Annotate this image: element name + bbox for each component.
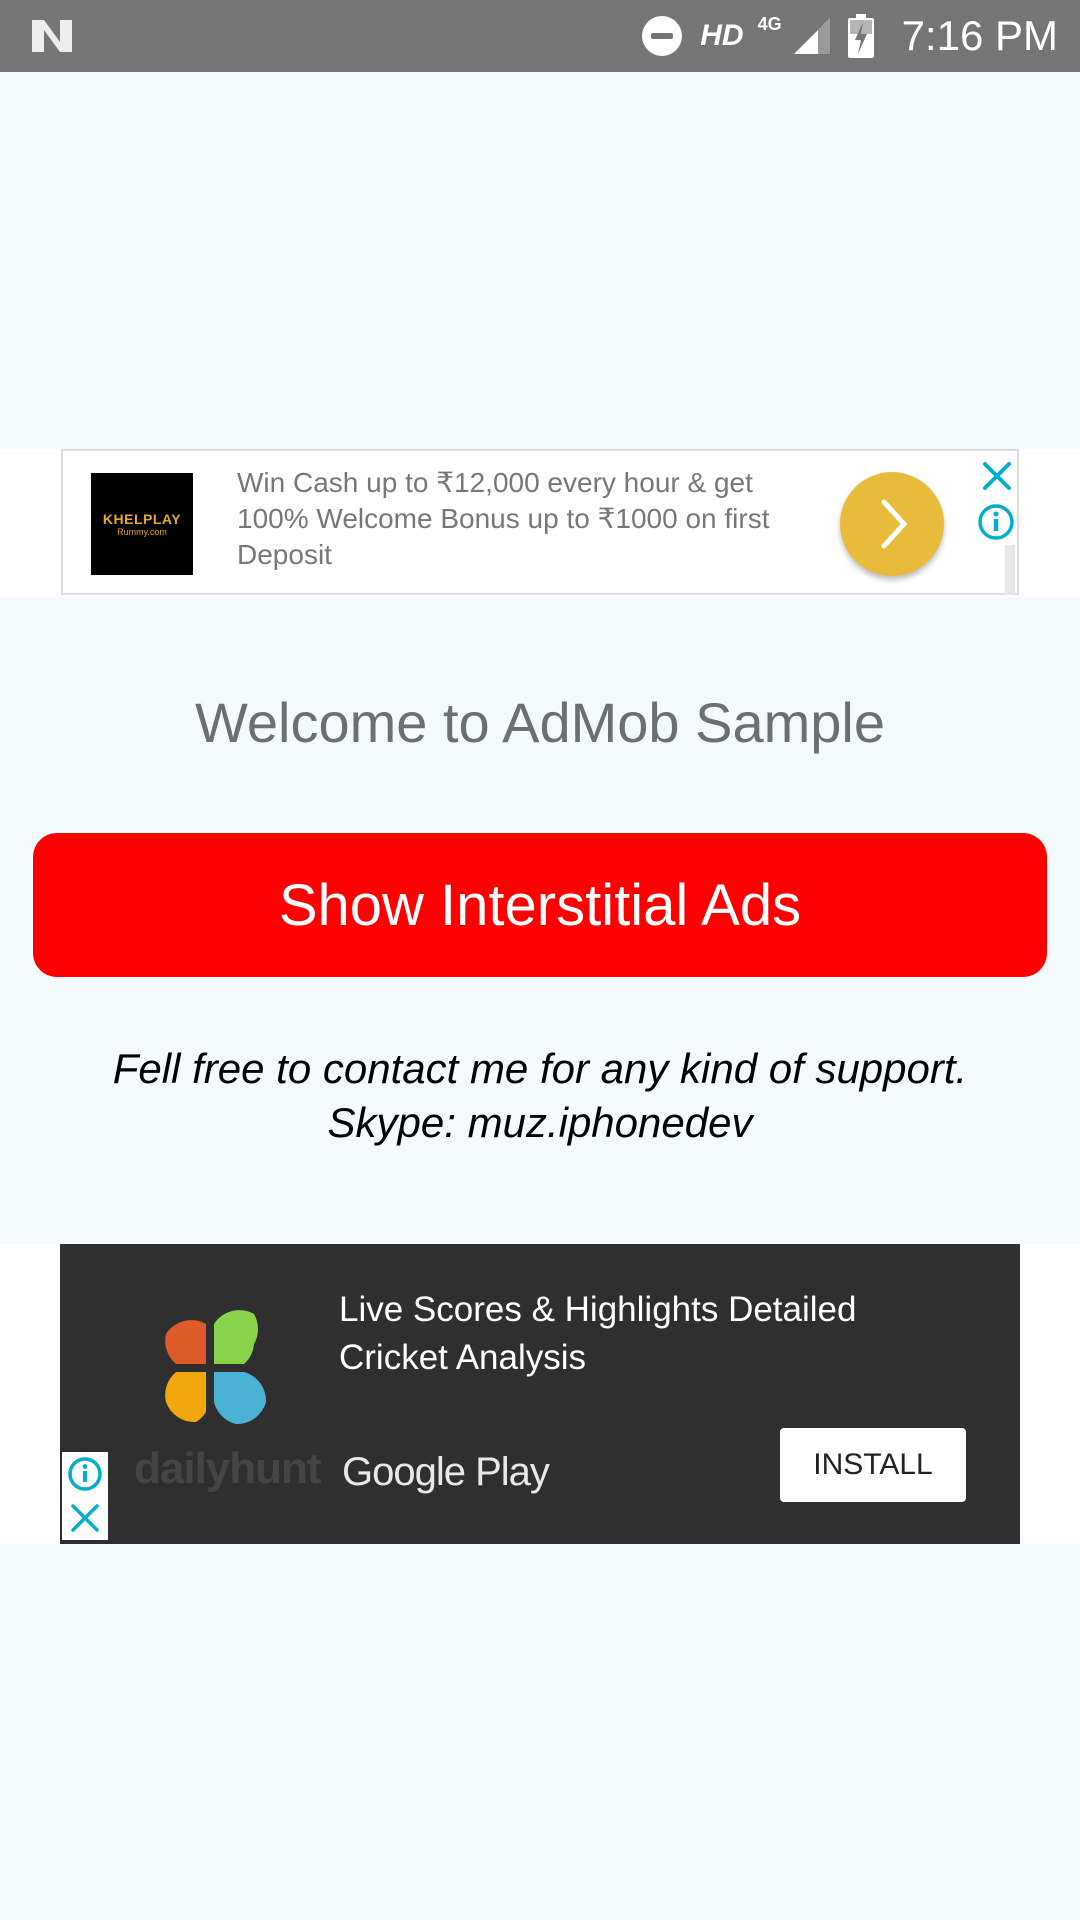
network-type-label: 4G: [757, 14, 782, 34]
signal-icon: [793, 18, 830, 54]
logo-brand-text: KHELPLAY: [102, 511, 182, 527]
close-icon[interactable]: [980, 459, 1014, 493]
dailyhunt-brand-text: dailyhunt: [134, 1444, 322, 1493]
chevron-right-icon: [881, 499, 908, 549]
banner-ad-frame[interactable]: KHELPLAY Rummy.com Win Cash up to ₹12,00…: [61, 449, 1019, 595]
google-play-label: Google Play: [342, 1450, 550, 1494]
status-icons: HD 4G 7:16 PM: [642, 0, 1058, 72]
hd-label: HD: [700, 19, 744, 52]
support-text: Fell free to contact me for any kind of …: [0, 1042, 1080, 1150]
skype-line: Skype: muz.iphonedev: [327, 1099, 753, 1146]
clock: 7:16 PM: [901, 12, 1058, 59]
status-bar: HD 4G 7:16 PM: [0, 0, 1080, 72]
info-icon[interactable]: [67, 1456, 103, 1492]
native-ad-title[interactable]: Live Scores & Highlights Detailed Cricke…: [339, 1286, 939, 1382]
dailyhunt-logo-icon[interactable]: [146, 1304, 276, 1434]
adchoices-panel[interactable]: [62, 1452, 108, 1540]
install-button[interactable]: INSTALL: [780, 1428, 966, 1502]
support-line: Fell free to contact me for any kind of …: [112, 1045, 968, 1092]
banner-ad-cta-button[interactable]: [840, 472, 944, 576]
welcome-title: Welcome to AdMob Sample: [195, 691, 885, 754]
native-ad[interactable]: dailyhunt Live Scores & Highlights Detai…: [60, 1244, 1020, 1544]
info-icon[interactable]: [977, 503, 1015, 541]
logo-sub-text: Rummy.com: [117, 527, 167, 537]
ad-scroll-strip: [1005, 545, 1015, 595]
show-interstitial-button[interactable]: Show Interstitial Ads: [33, 833, 1047, 977]
do-not-disturb-icon: [642, 16, 683, 56]
khelplay-logo[interactable]: KHELPLAY Rummy.com: [91, 473, 193, 575]
close-icon[interactable]: [67, 1500, 103, 1536]
banner-ad[interactable]: KHELPLAY Rummy.com Win Cash up to ₹12,00…: [0, 449, 1080, 597]
banner-ad-text[interactable]: Win Cash up to ₹12,000 every hour & get …: [237, 465, 797, 573]
n-logo-icon: [32, 20, 72, 52]
battery-charging-icon: [847, 14, 874, 58]
